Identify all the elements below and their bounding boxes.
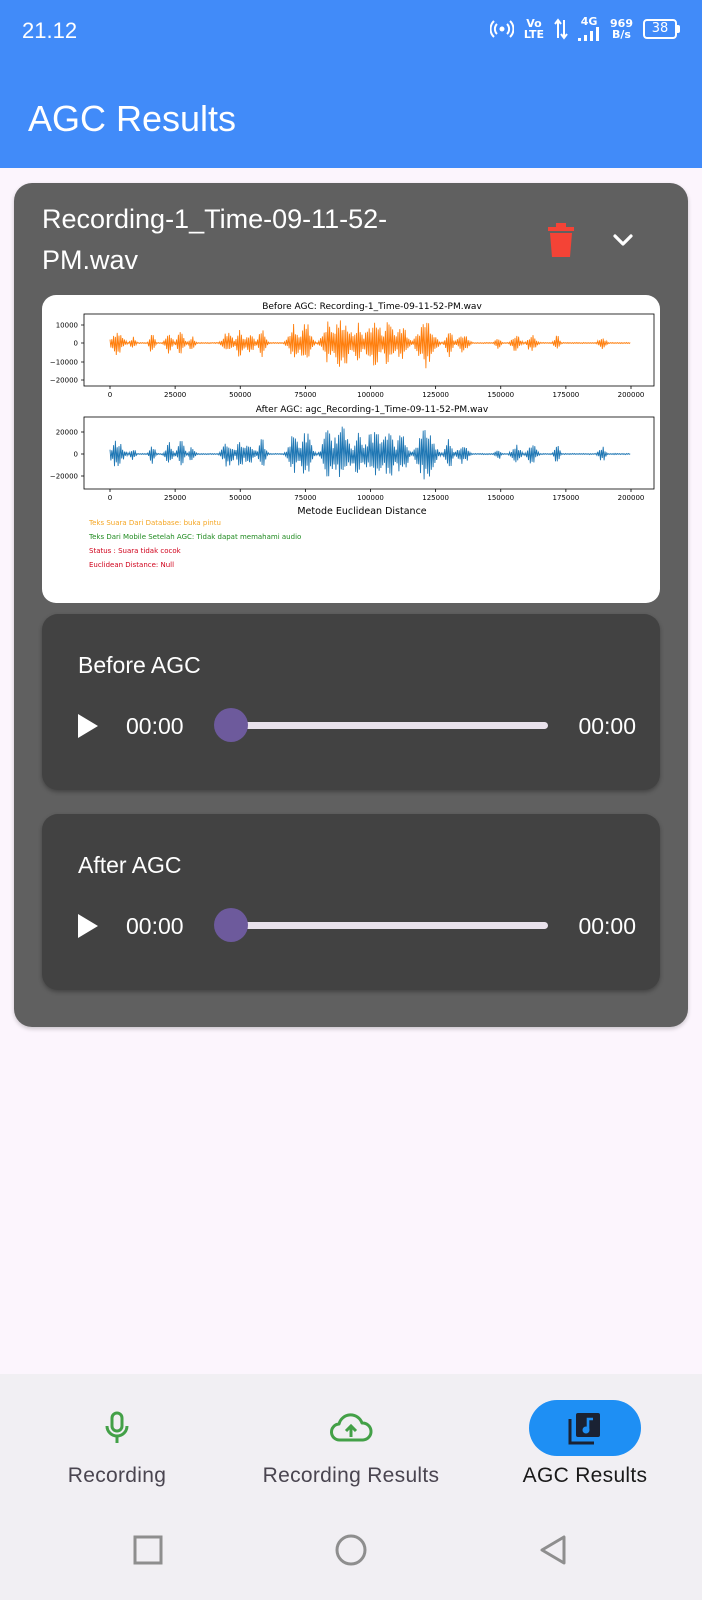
x-tick-label: 200000 <box>618 391 645 399</box>
x-tick-label: 50000 <box>229 494 251 502</box>
agc-comparison-plot: Before AGC: Recording-1_Time-09-11-52-PM… <box>42 295 660 603</box>
volte-indicator: Vo LTE <box>523 16 545 41</box>
duration: 00:00 <box>578 713 636 739</box>
info-line: Euclidean Distance: Null <box>89 561 174 569</box>
x-tick-label: 75000 <box>294 494 316 502</box>
recording-filename: Recording-1_Time-09-11-52- PM.wav <box>42 204 388 275</box>
player-title: After AGC <box>78 852 182 878</box>
nav-label: Recording <box>67 1464 167 1487</box>
after-plot-title: After AGC: agc_Recording-1_Time-09-11-52… <box>256 405 489 415</box>
x-tick-label: 25000 <box>164 391 186 399</box>
x-tick-label: 100000 <box>357 391 384 399</box>
chevron-down-icon[interactable] <box>608 225 638 255</box>
x-tick-label: 50000 <box>229 391 251 399</box>
y-tick-label: 20000 <box>56 429 78 437</box>
x-tick-label: 0 <box>108 391 112 399</box>
y-tick-label: 0 <box>74 451 78 459</box>
x-tick-label: 125000 <box>422 494 449 502</box>
x-tick-label: 175000 <box>553 391 580 399</box>
recents-square-icon[interactable] <box>128 1530 168 1570</box>
plot-svg: Before AGC: Recording-1_Time-09-11-52-PM… <box>50 302 655 569</box>
y-tick-label: −10000 <box>50 359 78 367</box>
seek-slider-thumb[interactable] <box>214 908 248 942</box>
trash-icon[interactable] <box>548 223 574 257</box>
play-icon[interactable] <box>76 712 100 740</box>
before-plot-title: Before AGC: Recording-1_Time-09-11-52-PM… <box>262 302 482 312</box>
nav-item-recording[interactable]: Recording <box>0 1374 234 1504</box>
signal-indicator: 4G <box>578 16 600 41</box>
x-tick-label: 150000 <box>487 391 514 399</box>
bottom-navigation: Recording Recording Results AGC Results <box>0 1374 702 1504</box>
y-tick-label: −20000 <box>50 473 78 481</box>
cloud-upload-icon <box>330 1413 373 1442</box>
nav-icon-container <box>61 1400 173 1456</box>
info-line: Teks Dari Mobile Setelah AGC: Tidak dapa… <box>88 533 301 541</box>
x-tick-label: 125000 <box>422 391 449 399</box>
network-speed: 969 B/s <box>610 16 633 41</box>
seek-slider-thumb[interactable] <box>214 708 248 742</box>
app-bar: 21.12 Vo LTE 4G 969 B/s 38 AGC Results <box>0 0 702 168</box>
nav-item-agc-results[interactable]: AGC Results <box>468 1374 702 1504</box>
home-circle-icon[interactable] <box>331 1530 371 1570</box>
before-y-axis: 10000 0 −10000 −20000 <box>50 322 84 385</box>
before-x-axis: 0 25000 50000 75000 100000 125000 150000 175000… <box>108 386 645 399</box>
x-tick-label: 150000 <box>487 494 514 502</box>
before-agc-player: Before AGC 00:00 00:00 <box>42 614 660 790</box>
nav-item-recording-results[interactable]: Recording Results <box>234 1374 468 1504</box>
before-waveform <box>109 320 631 369</box>
after-y-axis: 20000 0 −20000 <box>50 429 84 481</box>
before-plot-frame <box>83 313 655 387</box>
player-title: Before AGC <box>78 652 201 678</box>
duration: 00:00 <box>578 913 636 939</box>
page-title: AGC Results <box>28 98 237 139</box>
hotspot-icon <box>489 19 514 38</box>
current-time: 00:00 <box>126 713 184 739</box>
after-x-axis: 0 25000 50000 75000 100000 125000 150000 175000… <box>108 489 645 502</box>
x-tick-label: 175000 <box>553 494 580 502</box>
seek-slider-track[interactable] <box>240 922 548 929</box>
data-arrows-icon <box>554 17 568 40</box>
nav-label: AGC Results <box>522 1464 648 1487</box>
info-line: Status : Suara tidak cocok <box>89 547 182 555</box>
nav-label: Recording Results <box>262 1464 440 1487</box>
x-tick-label: 100000 <box>357 494 384 502</box>
play-icon[interactable] <box>76 912 100 940</box>
system-navigation-bar <box>0 1504 702 1600</box>
signal-bars-icon <box>578 27 600 41</box>
battery-indicator: 38 <box>643 18 680 39</box>
y-tick-label: 10000 <box>56 322 78 330</box>
x-tick-label: 25000 <box>164 494 186 502</box>
result-card: Recording-1_Time-09-11-52- PM.wav Before… <box>14 183 688 1027</box>
method-label: Metode Euclidean Distance <box>297 506 426 517</box>
nav-icon-container <box>295 1400 407 1456</box>
status-time: 21.12 <box>22 18 78 43</box>
current-time: 00:00 <box>126 913 184 939</box>
back-triangle-icon[interactable] <box>534 1530 574 1570</box>
y-tick-label: −20000 <box>50 377 78 385</box>
info-line: Teks Suara Dari Database: buka pintu <box>88 519 221 527</box>
mic-icon <box>105 1411 129 1443</box>
after-waveform <box>109 426 631 480</box>
nav-icon-container-active <box>529 1400 641 1456</box>
y-tick-label: 0 <box>74 340 78 348</box>
x-tick-label: 0 <box>108 494 112 502</box>
x-tick-label: 75000 <box>294 391 316 399</box>
music-library-icon <box>568 1413 600 1445</box>
info-lines: Teks Suara Dari Database: buka pintu Teks… <box>88 519 301 569</box>
status-icons: Vo LTE 4G 969 B/s 38 <box>489 16 680 41</box>
seek-slider-track[interactable] <box>240 722 548 729</box>
x-tick-label: 200000 <box>618 494 645 502</box>
after-agc-player: After AGC 00:00 00:00 <box>42 814 660 990</box>
